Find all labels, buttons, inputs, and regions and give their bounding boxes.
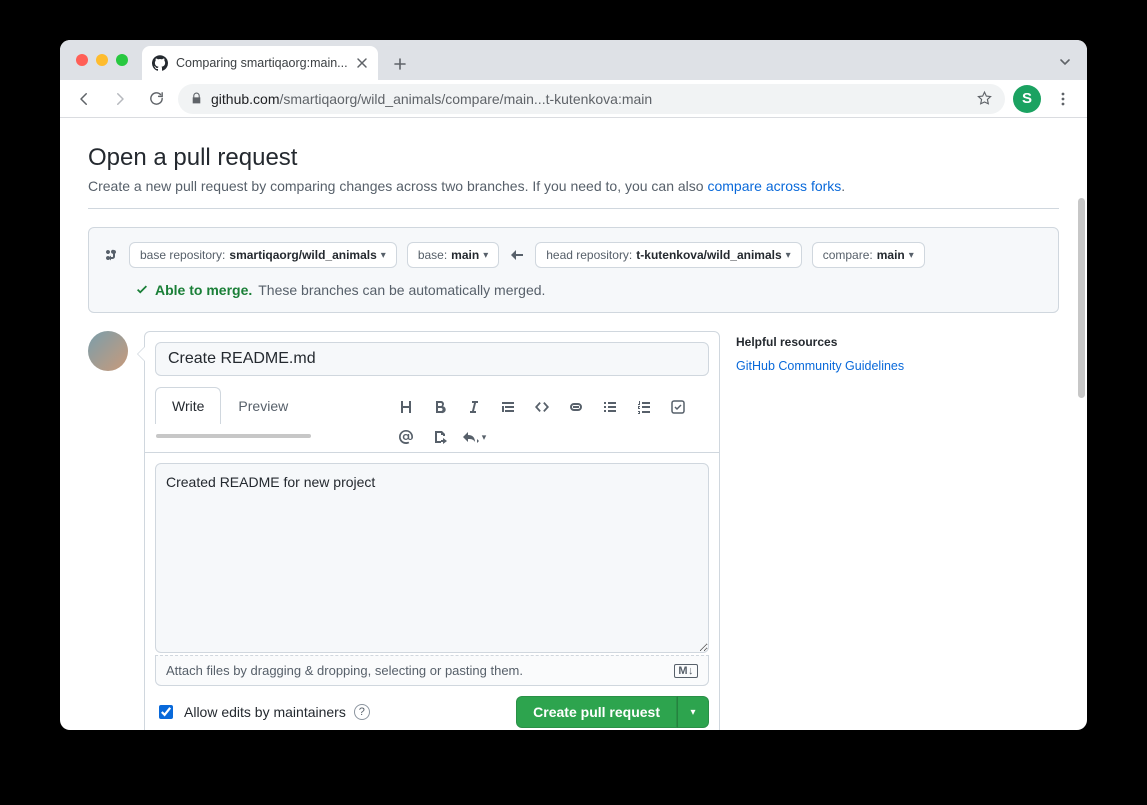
tab-strip: Comparing smartiqaorg:main...	[60, 40, 1087, 80]
profile-avatar[interactable]: S	[1013, 85, 1041, 113]
browser-window: Comparing smartiqaorg:main... github.com…	[60, 40, 1087, 730]
minimize-window-icon[interactable]	[96, 54, 108, 66]
reply-icon[interactable]: ▾	[457, 422, 491, 452]
pr-title-input[interactable]	[155, 342, 709, 376]
ordered-list-icon[interactable]	[627, 392, 661, 422]
browser-menu-icon[interactable]	[1049, 85, 1077, 113]
caret-down-icon: ▾	[690, 707, 695, 718]
browser-tab[interactable]: Comparing smartiqaorg:main...	[142, 46, 378, 80]
tab-write[interactable]: Write	[155, 387, 221, 424]
allow-edits-checkbox[interactable]	[159, 705, 173, 719]
unordered-list-icon[interactable]	[593, 392, 627, 422]
back-button[interactable]	[70, 85, 98, 113]
caret-down-icon: ▾	[786, 250, 791, 261]
mention-icon[interactable]	[389, 422, 423, 452]
tab-indicator	[156, 434, 311, 438]
user-avatar[interactable]	[88, 331, 128, 371]
caret-down-icon: ▾	[909, 250, 914, 261]
url-text: github.com/smartiqaorg/wild_animals/comp…	[211, 91, 652, 107]
heading-icon[interactable]	[389, 392, 423, 422]
caret-down-icon: ▾	[381, 250, 386, 261]
italic-icon[interactable]	[457, 392, 491, 422]
github-favicon-icon	[152, 55, 168, 71]
head-repo-selector[interactable]: head repository: t-kutenkova/wild_animal…	[535, 242, 801, 268]
page-content: Open a pull request Create a new pull re…	[60, 118, 1087, 730]
close-window-icon[interactable]	[76, 54, 88, 66]
base-branch-selector[interactable]: base: main▾	[407, 242, 499, 268]
page-subtitle: Create a new pull request by comparing c…	[88, 178, 1059, 209]
page-title: Open a pull request	[88, 144, 1059, 172]
tab-close-icon[interactable]	[356, 57, 368, 69]
window-controls	[70, 40, 136, 80]
quote-icon[interactable]	[491, 392, 525, 422]
pr-composer: Write Preview	[144, 331, 720, 730]
new-tab-button[interactable]	[386, 50, 414, 78]
compare-across-forks-link[interactable]: compare across forks	[707, 178, 841, 194]
reload-button[interactable]	[142, 85, 170, 113]
check-icon	[135, 283, 149, 297]
bookmark-star-icon[interactable]	[976, 90, 993, 107]
cross-reference-icon[interactable]	[423, 422, 457, 452]
sidebar: Helpful resources GitHub Community Guide…	[736, 331, 1059, 730]
arrow-left-icon	[509, 247, 525, 263]
fullscreen-window-icon[interactable]	[116, 54, 128, 66]
attach-files-hint[interactable]: Attach files by dragging & dropping, sel…	[155, 655, 709, 686]
profile-initial: S	[1022, 90, 1032, 107]
forward-button[interactable]	[106, 85, 134, 113]
base-repo-selector[interactable]: base repository: smartiqaorg/wild_animal…	[129, 242, 397, 268]
scrollbar[interactable]	[1078, 198, 1085, 398]
community-guidelines-link[interactable]: GitHub Community Guidelines	[736, 359, 1059, 373]
address-bar: github.com/smartiqaorg/wild_animals/comp…	[60, 80, 1087, 118]
compare-box: base repository: smartiqaorg/wild_animal…	[88, 227, 1059, 313]
help-icon[interactable]: ?	[354, 704, 370, 720]
create-pr-button[interactable]: Create pull request	[516, 696, 677, 728]
tabs-overflow-icon[interactable]	[1051, 48, 1079, 76]
bold-icon[interactable]	[423, 392, 457, 422]
code-icon[interactable]	[525, 392, 559, 422]
create-pr-dropdown[interactable]: ▾	[677, 696, 709, 728]
pr-body-textarea[interactable]: Created README for new project	[155, 463, 709, 653]
allow-edits-label: Allow edits by maintainers	[184, 704, 346, 720]
merge-status: Able to merge. These branches can be aut…	[103, 282, 1044, 298]
link-icon[interactable]	[559, 392, 593, 422]
markdown-icon[interactable]: M↓	[674, 664, 698, 678]
caret-down-icon: ▾	[483, 250, 488, 261]
formatting-toolbar: ▾	[389, 386, 709, 452]
lock-icon	[190, 92, 203, 105]
helpful-resources-heading: Helpful resources	[736, 335, 1059, 349]
url-bar[interactable]: github.com/smartiqaorg/wild_animals/comp…	[178, 84, 1005, 114]
tasklist-icon[interactable]	[661, 392, 695, 422]
tab-title: Comparing smartiqaorg:main...	[176, 56, 348, 70]
git-compare-icon	[103, 247, 119, 263]
compare-branch-selector[interactable]: compare: main▾	[812, 242, 925, 268]
tab-preview[interactable]: Preview	[221, 387, 305, 424]
